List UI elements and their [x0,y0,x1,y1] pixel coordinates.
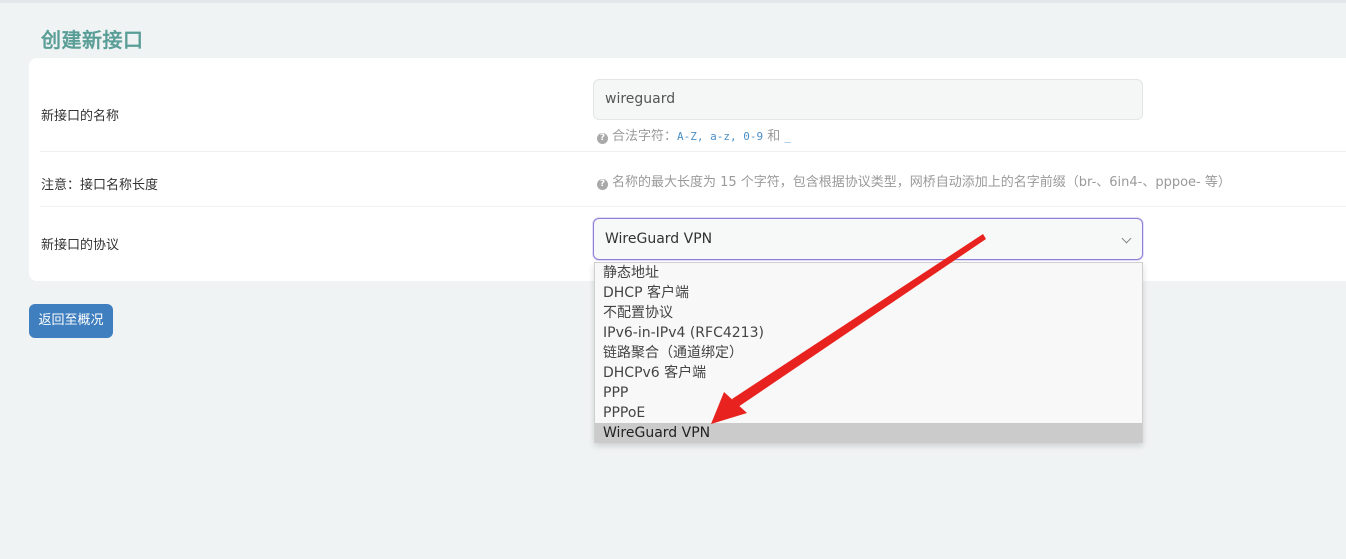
red-annotation-arrow [711,234,986,424]
arrow-shaft [732,234,986,407]
